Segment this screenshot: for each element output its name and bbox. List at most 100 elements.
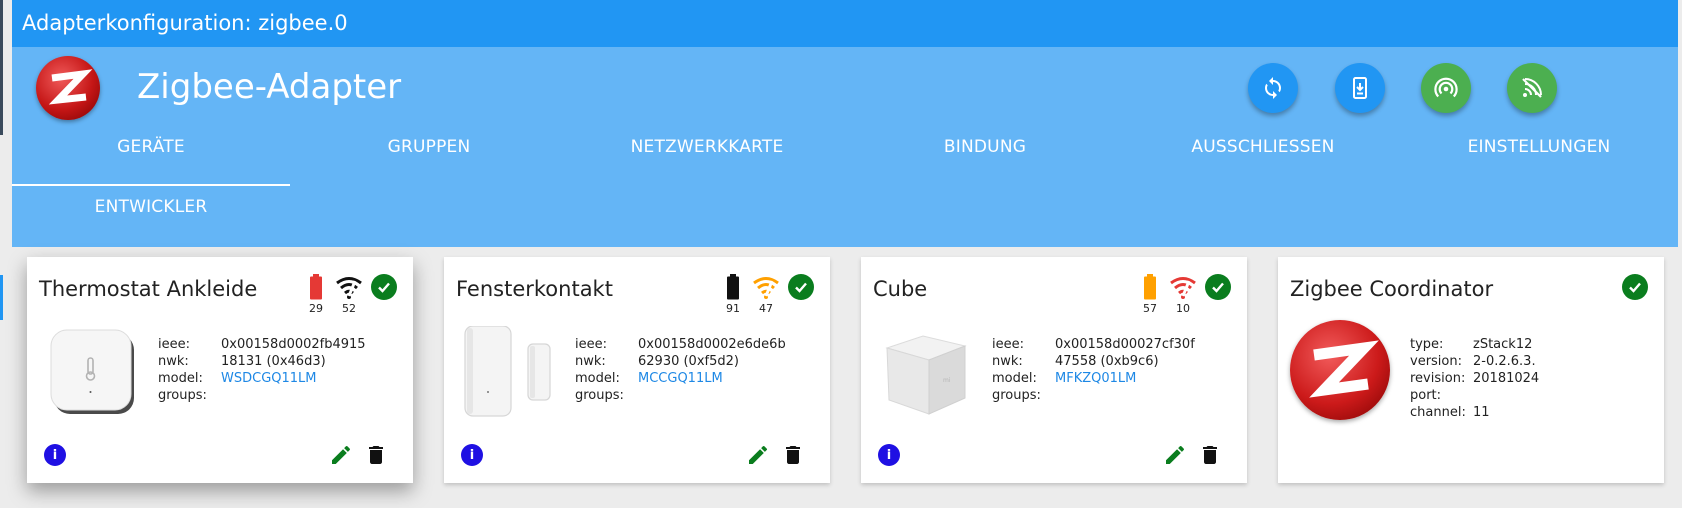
device-download-icon bbox=[1353, 77, 1367, 99]
device-card-cube: Cube 57 10 mi ieee: 0x00158d00027cf30f nw… bbox=[861, 257, 1247, 483]
left-edge bbox=[0, 0, 12, 508]
zigbee-logo bbox=[36, 56, 100, 120]
check-circle-icon bbox=[788, 274, 814, 300]
battery-icon bbox=[727, 274, 739, 300]
tab-entwickler[interactable]: ENTWICKLER bbox=[12, 179, 290, 235]
nwk-value: 62930 (0xf5d2) bbox=[638, 354, 739, 369]
edit-button[interactable] bbox=[746, 443, 770, 467]
groups-label: groups: bbox=[575, 388, 624, 403]
battery-status: 57 bbox=[1136, 274, 1164, 315]
nwk-label: nwk: bbox=[992, 354, 1023, 369]
signal-status: 47 bbox=[752, 274, 780, 315]
model-label: model: bbox=[158, 371, 203, 386]
tab-ausschliessen[interactable]: AUSSCHLIESSEN bbox=[1124, 119, 1402, 175]
groups-label: groups: bbox=[992, 388, 1041, 403]
edit-button[interactable] bbox=[329, 443, 353, 467]
ieee-value: 0x00158d00027cf30f bbox=[1055, 337, 1195, 352]
battery-value: 57 bbox=[1143, 302, 1157, 315]
device-image-thermostat bbox=[45, 326, 139, 420]
signal-status: 10 bbox=[1169, 274, 1197, 315]
signal-value: 47 bbox=[759, 302, 773, 315]
coordinator-properties: type: zStack12 version: 2-0.2.6.3. revisio… bbox=[1410, 336, 1539, 421]
device-properties: ieee: 0x00158d00027cf30f nwk: 47558 (0xb9c… bbox=[992, 336, 1195, 404]
model-link[interactable]: MFKZQ01LM bbox=[1055, 370, 1136, 387]
device-name: Cube bbox=[873, 277, 928, 301]
channel-label: channel: bbox=[1410, 405, 1466, 420]
version-label: version: bbox=[1410, 354, 1462, 369]
edit-icon bbox=[332, 445, 351, 464]
coordinator-card: Zigbee Coordinator type: zStack12 version… bbox=[1278, 257, 1664, 483]
app-title: Zigbee-Adapter bbox=[137, 67, 402, 107]
signal-value: 10 bbox=[1176, 302, 1190, 315]
left-edge-marker-blue bbox=[0, 275, 3, 320]
delete-icon bbox=[369, 446, 383, 464]
check-circle-icon bbox=[1205, 274, 1231, 300]
device-card-fensterkontakt: Fensterkontakt 91 47 ieee:0x00158d0002e bbox=[444, 257, 830, 483]
type-value: zStack12 bbox=[1473, 337, 1533, 352]
signal-off-button[interactable] bbox=[1507, 63, 1557, 113]
device-card-thermostat: Thermostat Ankleide 29 52 ieee:0x00158d bbox=[27, 257, 413, 483]
model-link[interactable]: MCCGQ11LM bbox=[638, 370, 723, 387]
battery-value: 91 bbox=[726, 302, 740, 315]
nwk-value: 47558 (0xb9c6) bbox=[1055, 354, 1159, 369]
left-edge-marker bbox=[0, 0, 3, 135]
battery-status: 91 bbox=[719, 274, 747, 315]
delete-button[interactable] bbox=[364, 443, 388, 467]
edit-button[interactable] bbox=[1163, 443, 1187, 467]
info-button[interactable]: i bbox=[878, 444, 900, 466]
window-title: Adapterkonfiguration: zigbee.0 bbox=[22, 11, 348, 35]
tab-bindung[interactable]: BINDUNG bbox=[846, 119, 1124, 175]
device-image-window-sensor bbox=[462, 325, 556, 420]
edit-icon bbox=[1166, 445, 1185, 464]
battery-status: 29 bbox=[302, 274, 330, 315]
delete-button[interactable] bbox=[781, 443, 805, 467]
signal-status: 52 bbox=[335, 274, 363, 315]
battery-icon bbox=[310, 274, 322, 300]
app-header: Zigbee-Adapter GERÄTE GRUPPEN NETZWERKKA… bbox=[12, 47, 1678, 247]
delete-icon bbox=[1203, 446, 1217, 464]
device-name: Thermostat Ankleide bbox=[39, 277, 258, 301]
device-properties: ieee: 0x00158d0002e6de6b nwk: 62930 (0xf5d… bbox=[575, 336, 786, 404]
refresh-button[interactable] bbox=[1248, 63, 1298, 113]
battery-icon bbox=[1144, 274, 1156, 300]
download-device-button[interactable] bbox=[1335, 63, 1385, 113]
tab-einstellungen[interactable]: EINSTELLUNGEN bbox=[1400, 119, 1678, 175]
signal-icon bbox=[336, 277, 362, 299]
info-button[interactable]: i bbox=[44, 444, 66, 466]
groups-label: groups: bbox=[158, 388, 207, 403]
pairing-button[interactable] bbox=[1421, 63, 1471, 113]
ieee-label: ieee: bbox=[158, 337, 190, 352]
version-value: 2-0.2.6.3. bbox=[1473, 354, 1536, 369]
nwk-value: 18131 (0x46d3) bbox=[221, 354, 326, 369]
type-label: type: bbox=[1410, 337, 1444, 352]
revision-label: revision: bbox=[1410, 371, 1466, 386]
delete-button[interactable] bbox=[1198, 443, 1222, 467]
device-properties: ieee: 0x00158d0002fb4915 nwk: 18131 (0x46d… bbox=[158, 336, 366, 404]
model-link[interactable]: WSDCGQ11LM bbox=[221, 370, 317, 387]
info-button[interactable]: i bbox=[461, 444, 483, 466]
delete-icon bbox=[786, 446, 800, 464]
check-circle-icon bbox=[371, 274, 397, 300]
edit-icon bbox=[749, 445, 768, 464]
svg-text:mi: mi bbox=[943, 377, 951, 384]
device-image-cube: mi bbox=[879, 326, 973, 420]
model-label: model: bbox=[575, 371, 620, 386]
channel-value: 11 bbox=[1473, 405, 1490, 420]
coordinator-name: Zigbee Coordinator bbox=[1290, 277, 1494, 301]
ieee-label: ieee: bbox=[575, 337, 607, 352]
refresh-icon bbox=[1265, 77, 1281, 99]
signal-off-icon bbox=[1522, 78, 1542, 98]
revision-value: 20181024 bbox=[1473, 371, 1540, 386]
tab-netzwerkkarte[interactable]: NETZWERKKARTE bbox=[568, 119, 846, 175]
check-circle-icon bbox=[1622, 274, 1648, 300]
signal-value: 52 bbox=[342, 302, 356, 315]
ieee-label: ieee: bbox=[992, 337, 1024, 352]
battery-value: 29 bbox=[309, 302, 323, 315]
nwk-label: nwk: bbox=[575, 354, 606, 369]
tab-geraete[interactable]: GERÄTE bbox=[12, 119, 290, 175]
tab-gruppen[interactable]: GRUPPEN bbox=[290, 119, 568, 175]
wifi-pairing-icon bbox=[1434, 77, 1458, 98]
signal-icon bbox=[1170, 277, 1196, 299]
device-name: Fensterkontakt bbox=[456, 277, 613, 301]
ieee-value: 0x00158d0002e6de6b bbox=[638, 337, 786, 352]
